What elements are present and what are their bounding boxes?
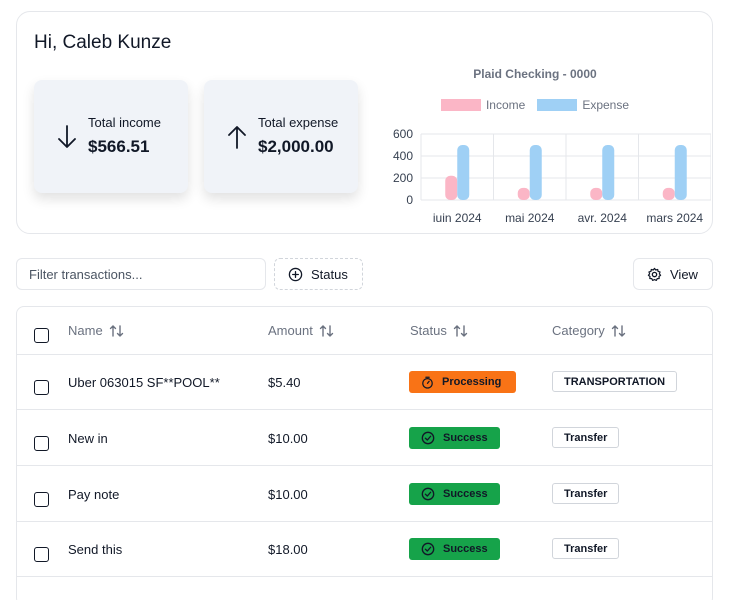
- income-expense-chart: Plaid Checking - 0000 Income Expense 0 20…: [371, 62, 711, 222]
- column-header-amount[interactable]: Amount: [268, 323, 335, 338]
- column-header-name-label: Name: [68, 323, 103, 338]
- total-expense-value: $2,000.00: [258, 137, 334, 156]
- status-badge: Success: [409, 538, 500, 560]
- summary-card: Hi, Caleb Kunze Total income $566.51 Tot…: [16, 11, 713, 234]
- bar-expense: [602, 145, 615, 200]
- check-circle-icon: [421, 431, 435, 445]
- bar-income: [517, 187, 530, 200]
- check-circle-icon: [421, 542, 435, 556]
- row-amount: $10.00: [268, 487, 308, 502]
- row-amount: $10.00: [268, 431, 308, 446]
- column-header-amount-label: Amount: [268, 323, 313, 338]
- total-income-card: Total income $566.51: [34, 80, 188, 193]
- timer-icon: [422, 376, 433, 389]
- x-tick-label: juin 2024: [432, 211, 482, 222]
- x-tick-label: mai 2024: [505, 211, 555, 222]
- sort-icon: [319, 324, 334, 337]
- status-badge-label: Processing: [442, 376, 502, 388]
- status-badge: Success: [409, 483, 500, 505]
- column-header-name[interactable]: Name: [68, 323, 125, 338]
- column-header-status[interactable]: Status: [410, 323, 469, 338]
- greeting: Hi, Caleb Kunze: [34, 32, 172, 53]
- plus-circle-icon: [288, 267, 303, 281]
- bar-expense: [674, 145, 687, 200]
- row-checkbox[interactable]: [34, 547, 49, 562]
- bar-income: [445, 175, 458, 200]
- bar-income: [662, 187, 675, 200]
- sort-icon: [109, 324, 123, 337]
- total-expense-label: Total expense: [258, 115, 339, 130]
- y-tick-label: 400: [393, 149, 413, 163]
- y-tick-label: 200: [393, 171, 413, 185]
- transactions-table: Name Amount Status Category Uber 063015 …: [16, 306, 713, 600]
- row-checkbox[interactable]: [34, 492, 49, 507]
- category-badge: Transfer: [552, 427, 620, 448]
- settings-icon: [647, 267, 662, 281]
- sort-icon: [611, 324, 625, 337]
- row-amount: $18.00: [268, 542, 308, 557]
- y-tick-label: 0: [406, 193, 413, 207]
- row-checkbox[interactable]: [34, 380, 49, 395]
- row-name: Pay note: [68, 487, 120, 502]
- row-name: Send this: [68, 542, 123, 557]
- arrow-down-icon: [58, 125, 76, 148]
- check-circle-icon: [421, 487, 435, 501]
- bar-expense: [529, 145, 542, 200]
- bar-expense: [457, 145, 470, 200]
- column-header-status-label: Status: [410, 323, 447, 338]
- table-row[interactable]: Pay note $10.00 Success Transfer: [17, 467, 712, 522]
- status-badge: Success: [409, 427, 500, 449]
- status-badge-label: Success: [443, 543, 488, 555]
- filter-transactions-input[interactable]: [16, 258, 266, 290]
- table-row[interactable]: New in $10.00 Success Transfer: [17, 411, 712, 466]
- arrow-up-icon: [228, 126, 246, 149]
- total-expense-card: Total expense $2,000.00: [204, 80, 358, 193]
- row-name: Uber 063015 SF**POOL**: [68, 375, 220, 390]
- status-filter-button[interactable]: Status: [274, 258, 363, 290]
- table-row[interactable]: Send this $18.00 Success Transfer: [17, 522, 712, 577]
- status-badge-label: Success: [443, 432, 488, 444]
- table-row[interactable]: Uber 063015 SF**POOL** $5.40 Processing …: [17, 355, 712, 410]
- status-badge-label: Success: [443, 488, 488, 500]
- category-badge: TRANSPORTATION: [552, 371, 678, 392]
- column-header-category[interactable]: Category: [552, 323, 627, 338]
- row-amount: $5.40: [268, 375, 301, 390]
- status-filter-label: Status: [311, 266, 348, 282]
- view-options-button[interactable]: View: [633, 258, 713, 290]
- y-tick-label: 600: [393, 127, 413, 141]
- total-income-label: Total income: [88, 115, 161, 130]
- select-all-checkbox[interactable]: [34, 328, 49, 343]
- column-header-category-label: Category: [552, 323, 605, 338]
- x-tick-label: avr. 2024: [578, 211, 628, 222]
- sort-icon: [453, 324, 468, 337]
- view-options-label: View: [670, 266, 698, 282]
- total-income-value: $566.51: [88, 137, 150, 156]
- category-badge: Transfer: [552, 538, 620, 559]
- category-badge: Transfer: [552, 483, 620, 504]
- x-tick-label: mars 2024: [646, 211, 703, 222]
- status-badge: Processing: [409, 371, 516, 393]
- row-name: New in: [68, 431, 108, 446]
- chart-plot: 0 200 400 600 juin 2024 mai 2024 avr. 2024 mars…: [393, 127, 711, 222]
- bar-income: [590, 187, 603, 200]
- table-header: Name Amount Status Category: [17, 307, 712, 355]
- row-checkbox[interactable]: [34, 436, 49, 451]
